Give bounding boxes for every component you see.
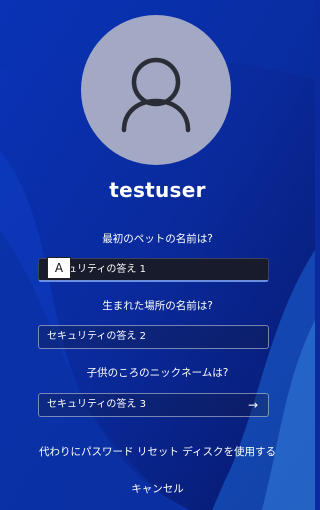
security-answer-2-placeholder: セキュリティの答え 2 (47, 331, 146, 342)
security-answer-3-placeholder: セキュリティの答え 3 (47, 399, 146, 410)
security-question-1: 最初のペットの名前は? (102, 233, 213, 245)
cancel-link[interactable]: キャンセル (0, 481, 315, 496)
user-icon (121, 57, 191, 133)
security-answer-3-input[interactable]: セキュリティの答え 3 → (38, 393, 269, 417)
keyboard-hint-badge: A (47, 257, 71, 279)
security-questions-screen: testuser 最初のペットの名前は? セキュリティの答え 1 A 生まれた場… (0, 0, 315, 510)
security-answer-2-input[interactable]: セキュリティの答え 2 (38, 325, 269, 349)
security-answer-1-input[interactable]: セキュリティの答え 1 (38, 258, 269, 282)
use-reset-disk-link[interactable]: 代わりにパスワード リセット ディスクを使用する (0, 444, 315, 459)
username-label: testuser (109, 178, 206, 202)
arrow-right-icon[interactable]: → (244, 394, 262, 416)
security-question-2: 生まれた場所の名前は? (102, 300, 213, 312)
security-question-3: 子供のころのニックネームは? (86, 367, 229, 379)
user-avatar (81, 15, 231, 165)
